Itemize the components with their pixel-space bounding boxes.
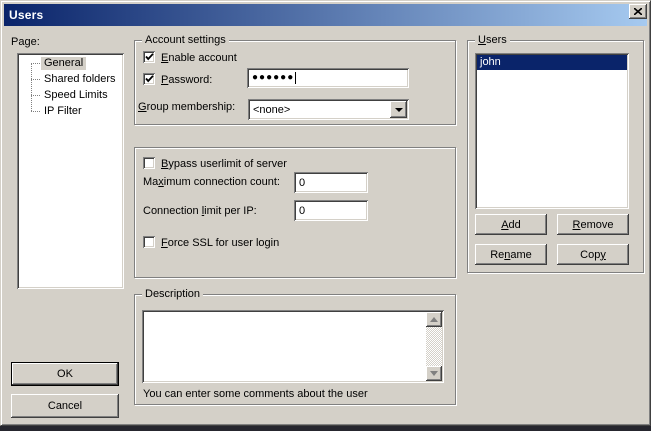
remove-button[interactable]: Remove bbox=[557, 214, 629, 235]
check-icon bbox=[145, 75, 154, 83]
password-label[interactable]: Password: bbox=[161, 75, 212, 86]
desktop-background: Users Page: General Shared folders Speed… bbox=[0, 0, 651, 431]
users-listbox-items: john bbox=[477, 55, 627, 207]
page-label: Page: bbox=[11, 37, 40, 48]
chevron-down-icon bbox=[395, 108, 403, 112]
password-value: ●●●●●● bbox=[252, 73, 294, 83]
scroll-up-button[interactable] bbox=[426, 312, 442, 327]
rename-button[interactable]: Rename bbox=[475, 244, 547, 265]
window-title: Users bbox=[4, 8, 43, 22]
add-button-label: Add bbox=[501, 219, 521, 231]
cancel-button-label: Cancel bbox=[48, 400, 82, 412]
scroll-down-icon bbox=[430, 371, 438, 376]
user-name: john bbox=[480, 56, 501, 68]
page-tree[interactable]: General Shared folders Speed Limits IP F… bbox=[17, 53, 124, 289]
password-input[interactable]: ●●●●●● bbox=[247, 68, 409, 88]
enable-account-checkbox[interactable] bbox=[143, 51, 155, 63]
users-listbox[interactable]: john bbox=[475, 53, 629, 209]
scroll-up-icon bbox=[430, 317, 438, 322]
description-hint: You can enter some comments about the us… bbox=[143, 389, 368, 400]
tree-item-shared-folders[interactable]: Shared folders bbox=[19, 71, 122, 87]
scroll-down-button[interactable] bbox=[426, 366, 442, 381]
combo-dropdown-button[interactable] bbox=[390, 101, 407, 118]
titlebar[interactable]: Users bbox=[4, 4, 647, 26]
bypass-userlimit-label[interactable]: Bypass userlimit of server bbox=[161, 159, 287, 170]
group-membership-value: <none> bbox=[253, 104, 290, 116]
users-group-title: Users bbox=[475, 35, 510, 46]
tree-item-label: IP Filter bbox=[41, 105, 85, 118]
group-membership-label: Group membership: bbox=[138, 102, 235, 113]
tree-item-general[interactable]: General bbox=[19, 55, 122, 71]
user-list-item[interactable]: john bbox=[477, 55, 627, 70]
enable-account-label[interactable]: Enable account bbox=[161, 53, 237, 64]
remove-button-label: Remove bbox=[573, 219, 614, 231]
tree-item-label: General bbox=[41, 57, 86, 70]
copy-button-label: Copy bbox=[580, 249, 606, 261]
max-connection-count-label: Maximum connection count: bbox=[143, 177, 280, 188]
close-button[interactable] bbox=[629, 4, 647, 19]
rename-button-label: Rename bbox=[490, 249, 532, 261]
tree-item-ip-filter[interactable]: IP Filter bbox=[19, 103, 122, 119]
tree-item-speed-limits[interactable]: Speed Limits bbox=[19, 87, 122, 103]
close-icon bbox=[634, 8, 642, 15]
connection-limit-per-ip-label: Connection limit per IP: bbox=[143, 206, 257, 217]
max-connection-count-input[interactable] bbox=[294, 172, 368, 193]
cancel-button[interactable]: Cancel bbox=[11, 394, 119, 418]
tree-item-label: Speed Limits bbox=[41, 89, 111, 102]
users-dialog: Users Page: General Shared folders Speed… bbox=[0, 0, 651, 426]
description-group-title: Description bbox=[142, 289, 203, 300]
connection-limit-per-ip-input[interactable] bbox=[294, 200, 368, 221]
check-icon bbox=[145, 53, 154, 61]
bypass-userlimit-checkbox[interactable] bbox=[143, 157, 155, 169]
force-ssl-label[interactable]: Force SSL for user login bbox=[161, 238, 279, 249]
group-membership-select[interactable]: <none> bbox=[248, 99, 409, 120]
account-settings-group-title: Account settings bbox=[142, 35, 229, 46]
copy-button[interactable]: Copy bbox=[557, 244, 629, 265]
text-caret bbox=[295, 72, 296, 84]
page-tree-items: General Shared folders Speed Limits IP F… bbox=[19, 55, 122, 287]
description-textarea[interactable] bbox=[142, 310, 444, 383]
password-checkbox[interactable] bbox=[143, 73, 155, 85]
ok-button[interactable]: OK bbox=[11, 362, 119, 386]
tree-item-label: Shared folders bbox=[41, 73, 119, 86]
vertical-scrollbar[interactable] bbox=[426, 312, 442, 381]
ok-button-label: OK bbox=[57, 368, 73, 380]
force-ssl-checkbox[interactable] bbox=[143, 236, 155, 248]
add-button[interactable]: Add bbox=[475, 214, 547, 235]
